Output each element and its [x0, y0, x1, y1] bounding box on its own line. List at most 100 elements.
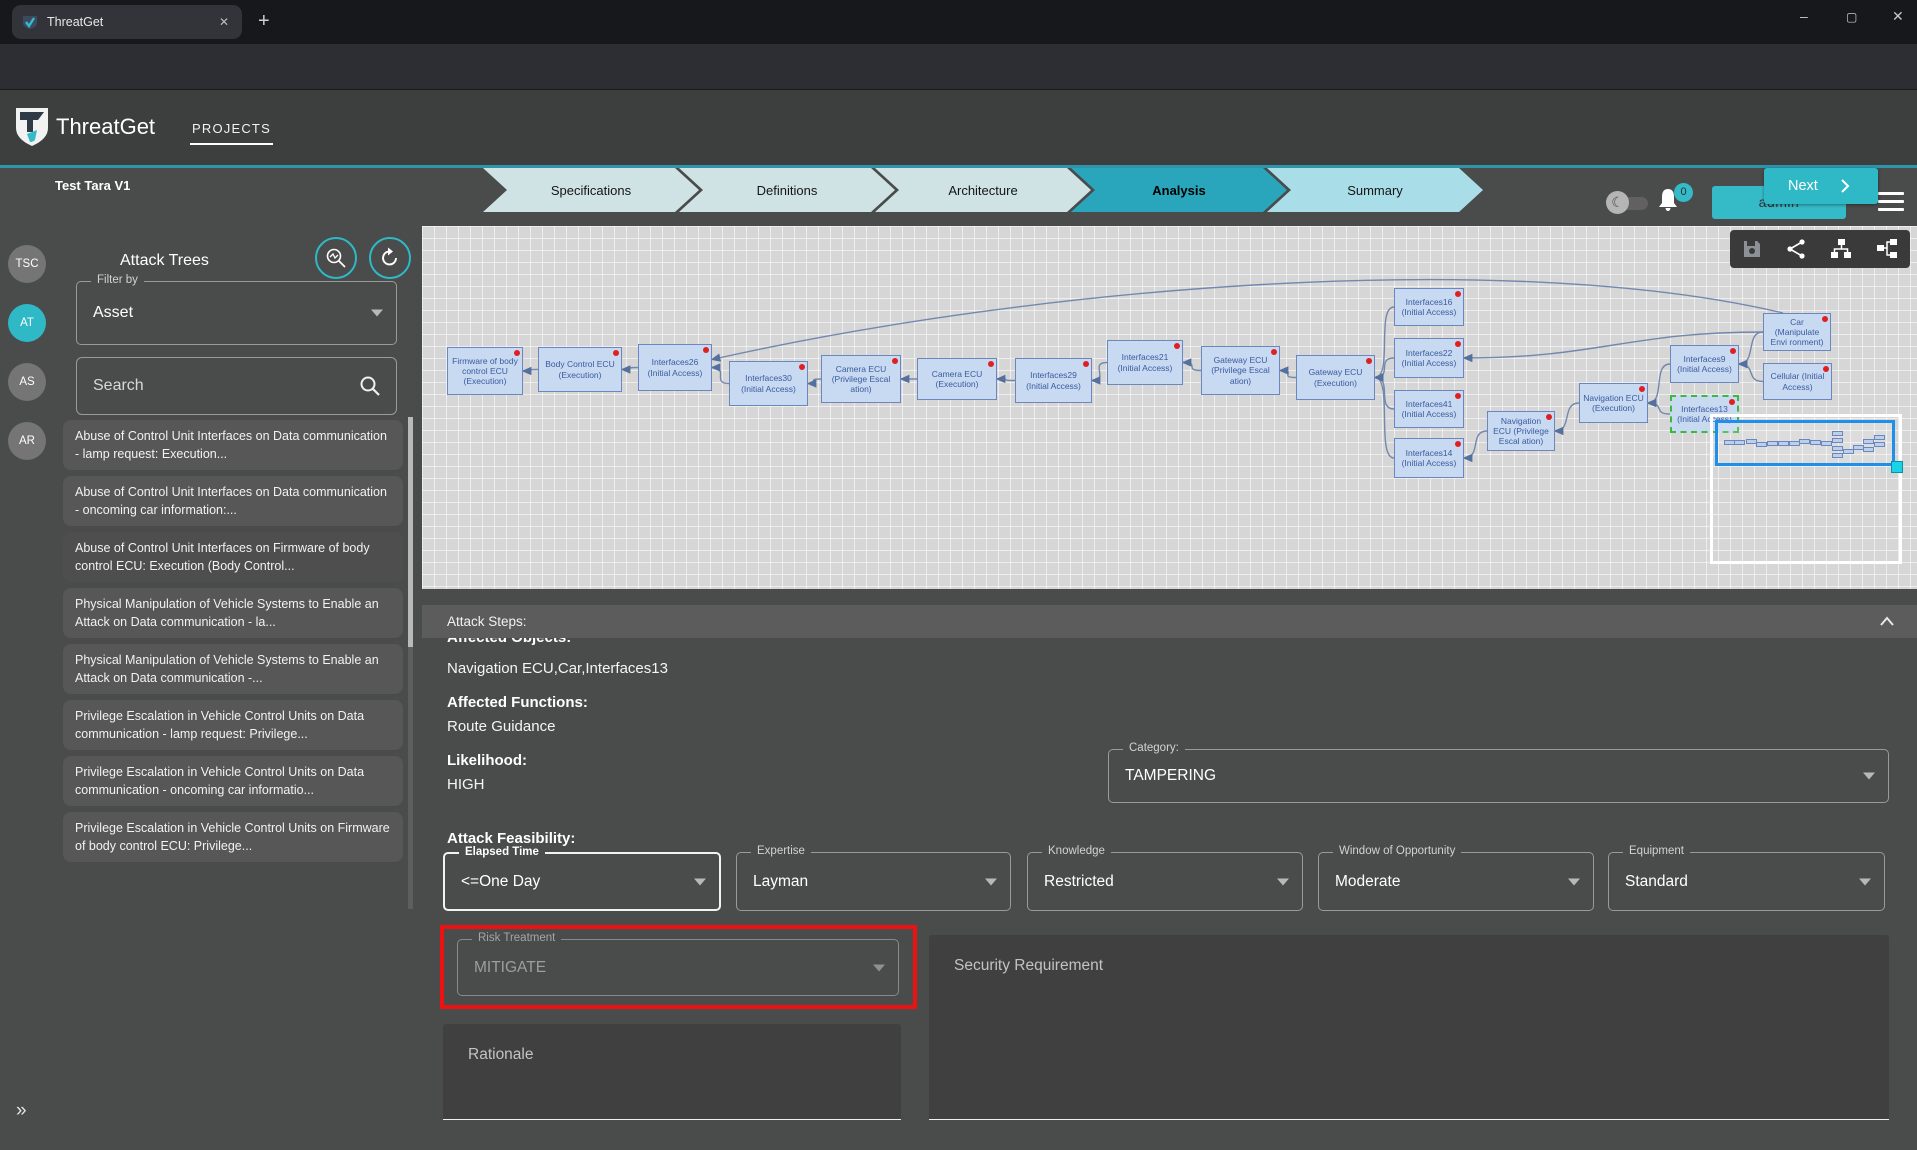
- diagram-node-if30[interactable]: Interfaces30 (Initial Access): [729, 361, 808, 406]
- rationale-textarea[interactable]: Rationale: [443, 1024, 901, 1120]
- feasibility-select-equipment[interactable]: EquipmentStandard: [1608, 852, 1885, 911]
- attack-tree-list-item[interactable]: Privilege Escalation in Vehicle Control …: [63, 700, 403, 750]
- save-button[interactable]: [1741, 238, 1763, 260]
- feasibility-label: Window of Opportunity: [1333, 845, 1461, 857]
- layout-horizontal-button[interactable]: [1875, 237, 1899, 261]
- search-input[interactable]: [93, 358, 343, 414]
- diagram-node-if21[interactable]: Interfaces21 (Initial Access): [1107, 340, 1183, 385]
- feasibility-select-knowledge[interactable]: KnowledgeRestricted: [1027, 852, 1303, 911]
- sidebar-scrollbar[interactable]: [408, 417, 413, 909]
- diagram-node-camPE[interactable]: Camera ECU (Privilege Escal ation): [821, 355, 901, 403]
- workflow-step-specifications[interactable]: Specifications: [483, 168, 699, 212]
- tab-close-icon[interactable]: ✕: [216, 15, 232, 29]
- workflow-step-analysis[interactable]: Analysis: [1071, 168, 1287, 212]
- diagram-node-if16[interactable]: Interfaces16 (Initial Access): [1394, 288, 1464, 326]
- filter-by-label: Filter by: [91, 274, 144, 286]
- rail-item-at[interactable]: AT: [8, 304, 46, 342]
- minimap[interactable]: [1710, 414, 1902, 564]
- filter-by-select[interactable]: Filter by Asset: [76, 281, 397, 345]
- minimap-node: [1874, 442, 1885, 447]
- rail-item-ar[interactable]: AR: [8, 422, 46, 460]
- minimap-resize-handle[interactable]: [1891, 461, 1903, 473]
- workflow-step-summary[interactable]: Summary: [1267, 168, 1483, 212]
- rail-item-as[interactable]: AS: [8, 363, 46, 401]
- minimap-node: [1746, 439, 1757, 444]
- new-tab-button[interactable]: +: [258, 10, 270, 32]
- dropdown-arrow-icon: [1568, 878, 1580, 885]
- workflow-step-architecture[interactable]: Architecture: [875, 168, 1091, 212]
- feasibility-value: Layman: [753, 873, 808, 891]
- security-requirement-textarea[interactable]: Security Requirement: [929, 935, 1889, 1120]
- notifications-button[interactable]: 0: [1656, 186, 1696, 222]
- threat-marker-dot: [1455, 291, 1461, 297]
- threat-marker-dot: [1455, 441, 1461, 447]
- diagram-node-navEx[interactable]: Navigation ECU (Execution): [1579, 383, 1648, 423]
- diagram-node-gwPE[interactable]: Gateway ECU (Privilege Escal ation): [1201, 346, 1280, 395]
- feasibility-select-elapsed-time[interactable]: Elapsed Time<=One Day: [443, 852, 721, 911]
- next-button-label: Next: [1788, 178, 1818, 194]
- attack-tree-list-item[interactable]: Privilege Escalation in Vehicle Control …: [63, 812, 403, 862]
- minimap-node: [1874, 435, 1885, 440]
- attack-steps-header[interactable]: Attack Steps:: [422, 605, 1917, 638]
- feasibility-label: Expertise: [751, 845, 811, 857]
- threat-marker-dot: [1729, 399, 1735, 405]
- threat-marker-dot: [1083, 361, 1089, 367]
- diagram-node-camEx[interactable]: Camera ECU (Execution): [917, 358, 997, 400]
- diagram-node-if22[interactable]: Interfaces22 (Initial Access): [1394, 338, 1464, 378]
- search-analysis-icon: [325, 247, 347, 269]
- diagram-node-if29[interactable]: Interfaces29 (Initial Access): [1015, 358, 1092, 403]
- diagram-node-if9[interactable]: Interfaces9 (Initial Access): [1670, 345, 1739, 383]
- tree-analysis-button[interactable]: [315, 237, 357, 279]
- share-tree-button[interactable]: [1785, 238, 1807, 260]
- browser-tab[interactable]: ThreatGet ✕: [12, 5, 242, 39]
- diagram-node-if41[interactable]: Interfaces41 (Initial Access): [1394, 390, 1464, 428]
- attack-tree-list-item[interactable]: Abuse of Control Unit Interfaces on Firm…: [63, 532, 403, 582]
- affected-objects-value: Navigation ECU,Car,Interfaces13: [447, 660, 668, 677]
- rail-item-tsc[interactable]: TSC: [8, 245, 46, 283]
- diagram-node-if14[interactable]: Interfaces14 (Initial Access): [1394, 438, 1464, 478]
- layout-vertical-button[interactable]: [1829, 237, 1853, 261]
- scrollbar-thumb[interactable]: [408, 417, 413, 647]
- attack-tree-list-item[interactable]: Abuse of Control Unit Interfaces on Data…: [63, 476, 403, 526]
- project-name: Test Tara V1: [55, 178, 130, 193]
- app-menu-icon[interactable]: [1878, 192, 1904, 212]
- attack-tree-list-item[interactable]: Physical Manipulation of Vehicle Systems…: [63, 588, 403, 638]
- moon-icon: ☾: [1606, 191, 1629, 214]
- risk-treatment-value: MITIGATE: [474, 959, 546, 977]
- next-button[interactable]: Next: [1764, 168, 1878, 204]
- attack-tree-list-item[interactable]: Privilege Escalation in Vehicle Control …: [63, 756, 403, 806]
- attack-steps-title: Attack Steps:: [447, 614, 527, 629]
- attack-tree-canvas[interactable]: Firmware of body control ECU (Execution)…: [422, 226, 1917, 589]
- diagram-node-cellular[interactable]: Cellular (Initial Access): [1763, 363, 1832, 400]
- minimap-node: [1832, 446, 1843, 451]
- feasibility-label: Equipment: [1623, 845, 1690, 857]
- reset-view-button[interactable]: [369, 237, 411, 279]
- dark-mode-toggle[interactable]: ☾: [1606, 191, 1650, 215]
- window-minimize-button[interactable]: –: [1800, 8, 1808, 24]
- attack-tree-list-item[interactable]: Physical Manipulation of Vehicle Systems…: [63, 644, 403, 694]
- threat-marker-dot: [1730, 348, 1736, 354]
- diagram-node-car[interactable]: Car (Manipulate Envi ronment): [1763, 313, 1831, 351]
- expand-rail-button[interactable]: »: [16, 1100, 27, 1122]
- window-maximize-button[interactable]: ▢: [1846, 10, 1857, 24]
- nav-projects[interactable]: PROJECTS: [192, 121, 271, 136]
- minimap-node: [1756, 442, 1767, 447]
- feasibility-value: Standard: [1625, 873, 1688, 891]
- feasibility-select-window-of-opportunity[interactable]: Window of OpportunityModerate: [1318, 852, 1594, 911]
- workflow-step-definitions[interactable]: Definitions: [679, 168, 895, 212]
- category-select[interactable]: Category: TAMPERING: [1108, 749, 1889, 803]
- diagram-node-if26[interactable]: Interfaces26 (Initial Access): [638, 344, 712, 391]
- diagram-node-navPE[interactable]: Navigation ECU (Privilege Escal ation): [1487, 411, 1555, 451]
- diagram-node-firmware[interactable]: Firmware of body control ECU (Execution): [447, 347, 523, 395]
- likelihood-label: Likelihood:: [447, 752, 527, 769]
- sidebar-search[interactable]: [76, 357, 397, 415]
- feasibility-select-expertise[interactable]: ExpertiseLayman: [736, 852, 1011, 911]
- window-close-button[interactable]: ✕: [1892, 8, 1904, 25]
- risk-treatment-select[interactable]: Risk Treatment MITIGATE: [457, 939, 899, 996]
- attack-tree-list-item[interactable]: Abuse of Control Unit Interfaces on Data…: [63, 420, 403, 470]
- collapse-panel-icon[interactable]: [1879, 615, 1895, 627]
- minimap-node: [1789, 441, 1800, 446]
- diagram-node-gwEx[interactable]: Gateway ECU (Execution): [1296, 355, 1375, 400]
- minimap-viewport[interactable]: [1715, 420, 1895, 466]
- diagram-node-bodyctl[interactable]: Body Control ECU (Execution): [538, 347, 622, 392]
